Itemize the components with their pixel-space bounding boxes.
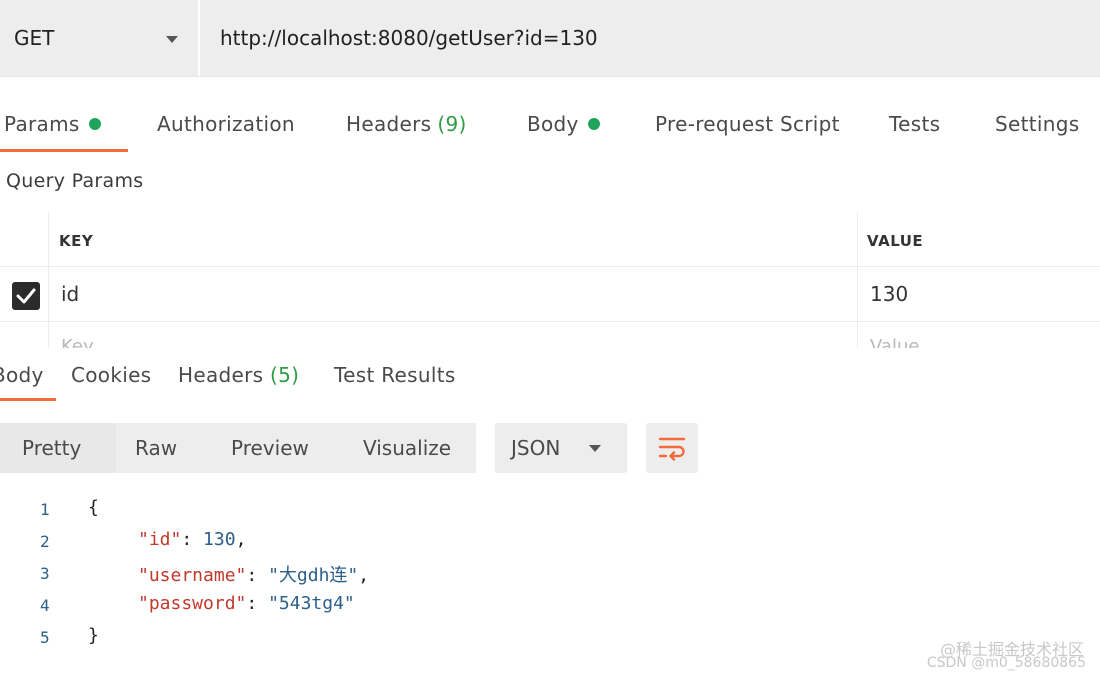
table-divider	[0, 266, 1100, 267]
response-tabs: Body Cookies Headers (5) Test Results	[0, 350, 1100, 404]
tab-pre-request-script[interactable]: Pre-request Script	[655, 112, 840, 136]
pretty-button[interactable]: Pretty	[0, 423, 116, 473]
active-tab-indicator	[0, 149, 128, 152]
chevron-down-icon	[166, 36, 178, 43]
json-value: "543tg4"	[268, 593, 355, 614]
value-column-header: VALUE	[867, 232, 924, 250]
preview-button[interactable]: Preview	[212, 423, 344, 473]
tab-response-headers[interactable]: Headers (5)	[178, 363, 299, 387]
line-number: 2	[40, 532, 50, 551]
response-view-toolbar: Pretty Raw Preview Visualize	[0, 423, 476, 473]
json-key: "username"	[138, 565, 247, 586]
tab-body-label: Body	[527, 112, 579, 136]
value-placeholder[interactable]: Value	[870, 336, 919, 348]
tab-tests[interactable]: Tests	[889, 112, 940, 136]
key-column-header: KEY	[59, 232, 94, 250]
query-params-label: Query Params	[6, 170, 144, 192]
watermark-csdn: CSDN @m0_58680865	[926, 655, 1086, 671]
tab-cookies-label: Cookies	[71, 363, 152, 387]
json-key: "password"	[138, 593, 247, 614]
chevron-down-icon	[589, 445, 601, 452]
json-comma: ,	[358, 565, 370, 586]
tab-headers-count: (9)	[437, 112, 467, 136]
tab-cookies[interactable]: Cookies	[71, 363, 151, 387]
tab-response-headers-label: Headers	[178, 363, 264, 387]
tab-params[interactable]: Params	[4, 112, 101, 136]
json-close-brace: }	[88, 625, 99, 646]
tab-response-body[interactable]: Body	[0, 363, 44, 387]
code-line: "id": 130,	[138, 529, 246, 550]
code-line: {	[88, 497, 99, 518]
response-body-editor[interactable]: 1 2 3 4 5 { "id": 130, "username": "大gdh…	[0, 490, 1100, 660]
method-select[interactable]: GET	[0, 0, 200, 76]
tab-test-results-label: Test Results	[334, 363, 456, 387]
raw-label: Raw	[135, 436, 178, 460]
wrap-lines-button[interactable]	[646, 423, 698, 473]
url-text: http://localhost:8080/getUser?id=130	[220, 26, 598, 50]
checkmark-icon	[16, 288, 36, 304]
tab-body[interactable]: Body	[527, 112, 600, 136]
json-colon: :	[246, 565, 269, 586]
param-key-cell[interactable]: id	[61, 282, 79, 306]
code-line: }	[88, 625, 99, 646]
tab-authorization[interactable]: Authorization	[157, 112, 295, 136]
wrap-lines-icon	[658, 437, 686, 461]
line-number: 3	[40, 564, 50, 583]
key-placeholder[interactable]: Key	[61, 336, 94, 348]
raw-button[interactable]: Raw	[116, 423, 212, 473]
tab-response-headers-count: (5)	[270, 363, 300, 387]
format-select[interactable]: JSON	[495, 423, 627, 473]
code-line: "username": "大gdh连",	[138, 561, 369, 587]
json-colon: :	[246, 593, 269, 614]
visualize-button[interactable]: Visualize	[344, 423, 476, 473]
tab-authorization-label: Authorization	[157, 112, 295, 136]
json-colon: :	[181, 529, 204, 550]
query-params-table: KEY VALUE id 130 Key Value	[0, 212, 1100, 348]
param-value-cell[interactable]: 130	[870, 282, 908, 306]
json-value: 130	[203, 529, 236, 550]
line-number: 1	[40, 500, 50, 519]
table-divider	[48, 212, 49, 348]
format-label: JSON	[511, 436, 561, 460]
tab-settings[interactable]: Settings	[995, 112, 1079, 136]
request-url-bar: GET http://localhost:8080/getUser?id=130	[0, 0, 1100, 77]
preview-label: Preview	[231, 436, 309, 460]
tab-params-label: Params	[4, 112, 80, 136]
line-number: 4	[40, 596, 50, 615]
pretty-label: Pretty	[22, 436, 82, 460]
tab-pre-request-label: Pre-request Script	[655, 112, 840, 136]
tab-settings-label: Settings	[995, 112, 1080, 136]
view-mode-group: Pretty Raw Preview Visualize	[0, 423, 476, 473]
json-comma: ,	[235, 529, 247, 550]
json-open-brace: {	[88, 497, 99, 518]
active-response-tab-indicator	[0, 398, 56, 401]
json-key: "id"	[138, 529, 182, 550]
tab-tests-label: Tests	[889, 112, 941, 136]
tab-headers[interactable]: Headers (9)	[346, 112, 467, 136]
url-input[interactable]: http://localhost:8080/getUser?id=130	[200, 0, 1100, 76]
method-label: GET	[14, 26, 55, 50]
json-value: "大gdh连"	[268, 565, 359, 586]
table-divider	[857, 212, 858, 348]
tab-test-results[interactable]: Test Results	[334, 363, 456, 387]
tab-response-body-label: Body	[0, 363, 44, 387]
line-number: 5	[40, 628, 50, 647]
request-tabs: Params Authorization Headers (9) Body Pr…	[0, 100, 1100, 154]
tab-headers-label: Headers	[346, 112, 432, 136]
param-enabled-checkbox[interactable]	[12, 282, 40, 310]
status-dot-icon	[88, 118, 101, 130]
table-divider	[0, 321, 1100, 322]
status-dot-icon	[587, 118, 600, 130]
code-line: "password": "543tg4"	[138, 593, 355, 614]
visualize-label: Visualize	[363, 436, 452, 460]
